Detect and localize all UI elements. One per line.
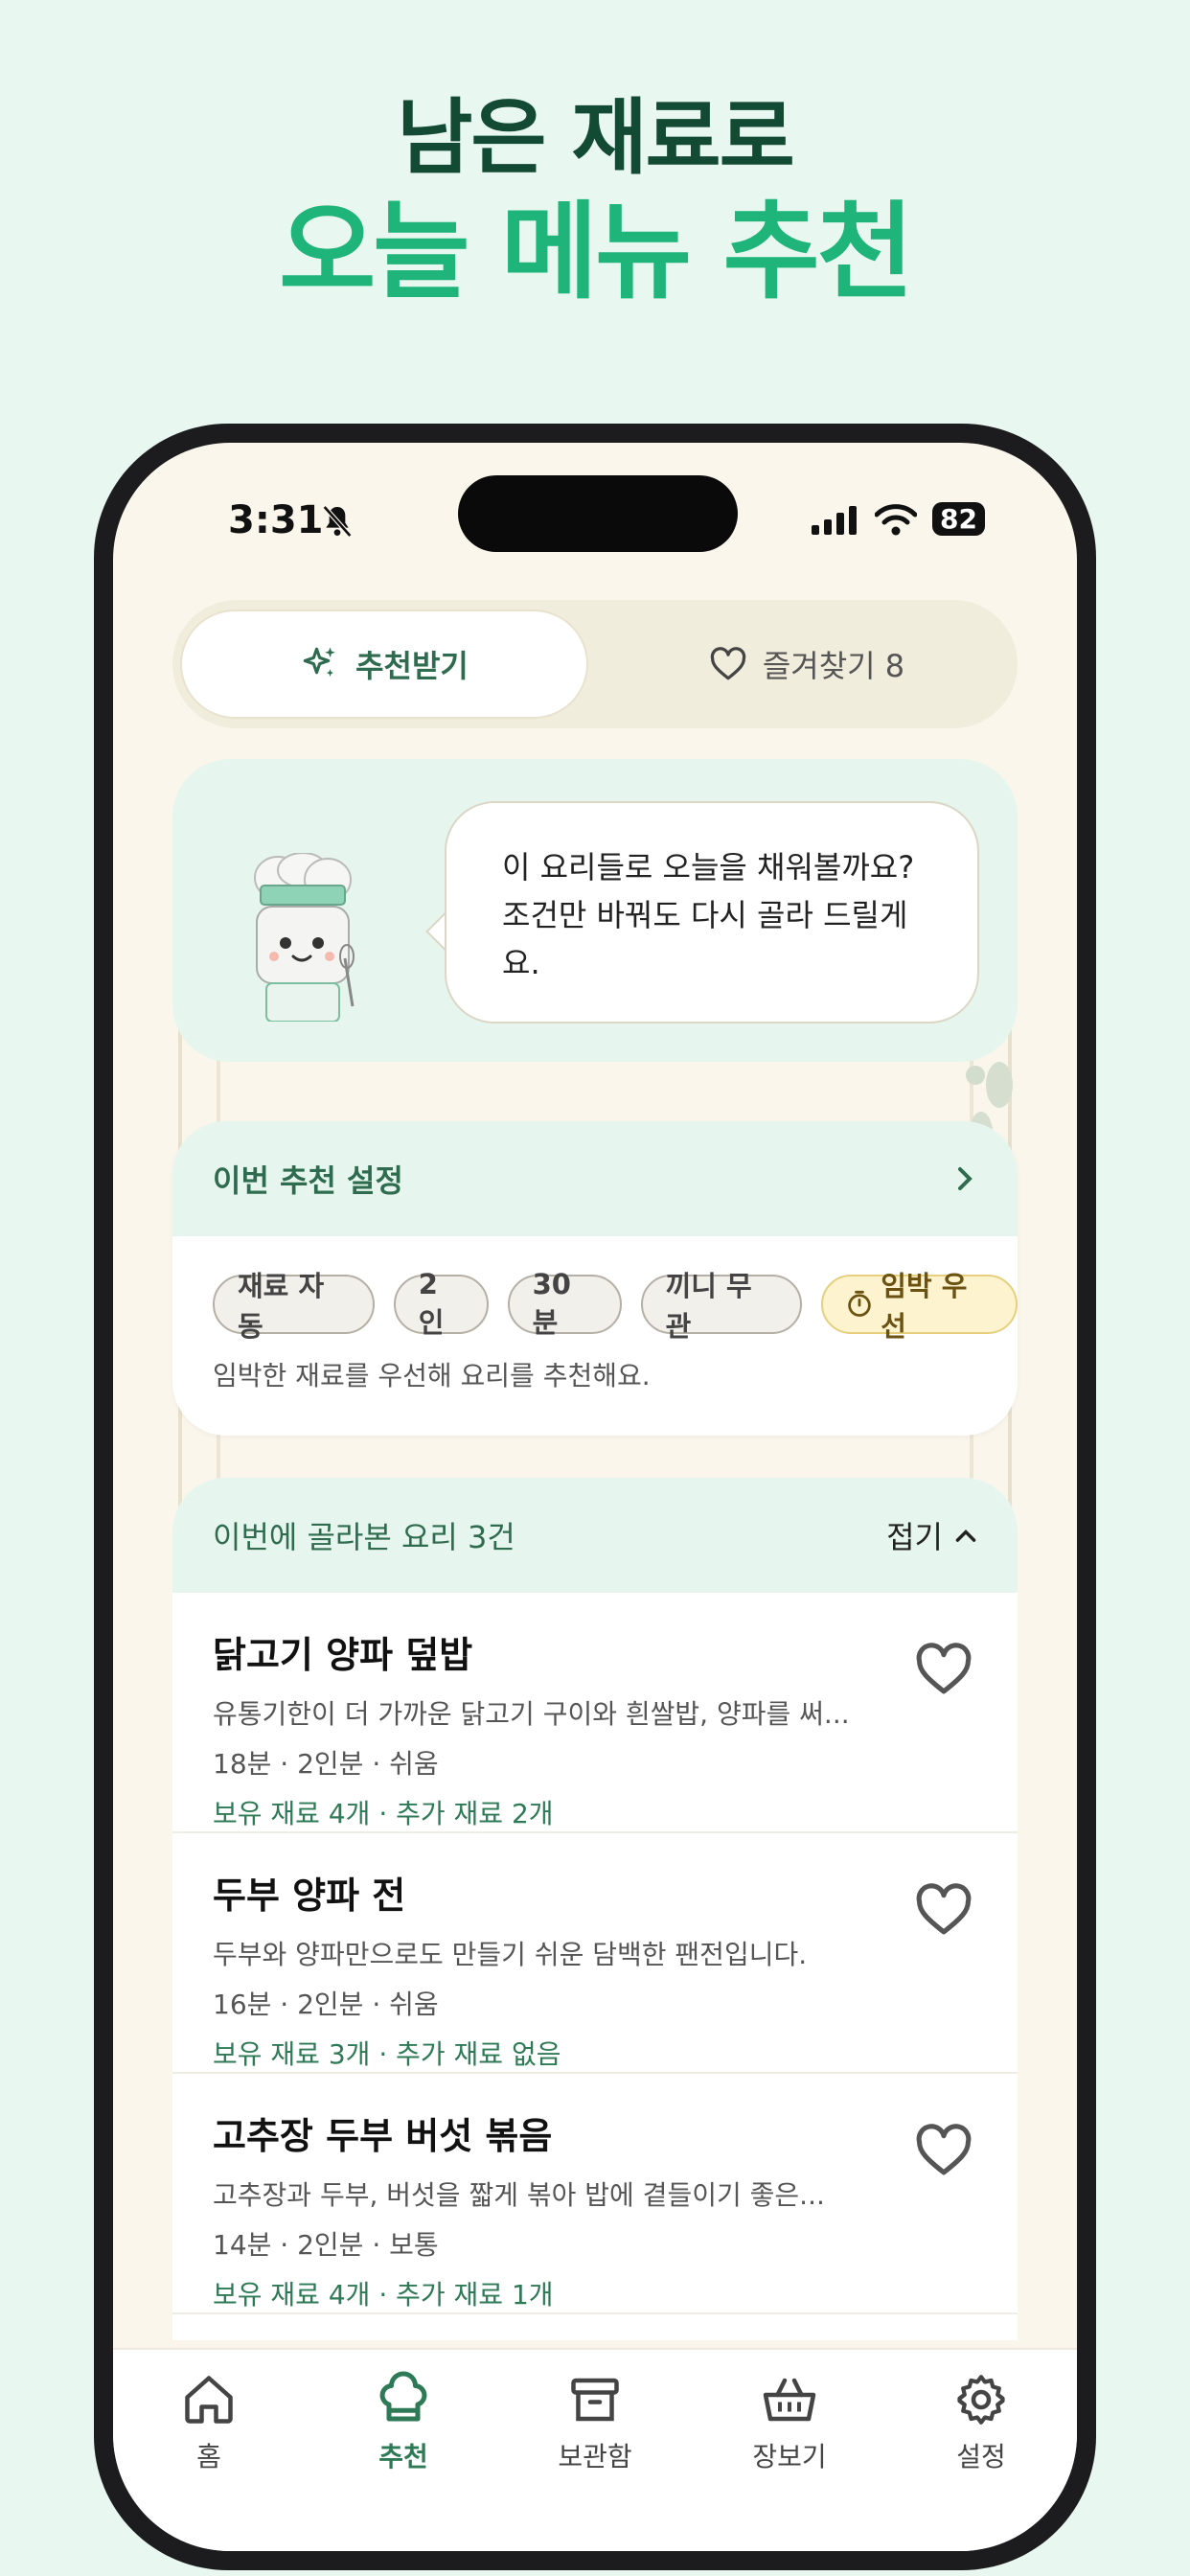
tab-recommend-label: 추천받기 <box>355 648 469 684</box>
fold-button[interactable]: 접기 <box>886 1513 977 1557</box>
chef-hat-icon <box>379 2371 427 2422</box>
favorite-heart-icon[interactable] <box>914 2124 973 2177</box>
tab-favorites-label: 즐겨찾기 8 <box>762 648 905 684</box>
favorite-heart-icon[interactable] <box>914 1883 973 1937</box>
chip-expiring-label: 임박 우선 <box>881 1270 968 1343</box>
bell-muted-icon <box>322 505 353 538</box>
phone-screen: 3:31 82 추천받기 즐겨찾기 8 이 요리들로 오늘을 채워볼까요? 조건… <box>113 443 1077 2551</box>
hero-line2: 오늘 메뉴 추천 <box>279 190 914 313</box>
status-icons: 82 <box>812 502 985 536</box>
chevron-right-icon <box>958 1167 973 1190</box>
tab-settings[interactable]: 설정 <box>914 2371 1048 2474</box>
home-icon <box>185 2376 233 2424</box>
recommend-settings-card: 이번 추천 설정 재료 자동 2인 30분 끼니 무관 임박 우선 임박한 재료… <box>172 1121 1018 1436</box>
recipe-stock: 보유 재료 4개 · 추가 재료 1개 <box>213 2279 554 2311</box>
tab-settings-label: 설정 <box>956 2441 1006 2472</box>
tab-favorites[interactable]: 즐겨찾기 8 <box>604 610 1010 719</box>
favorite-heart-icon[interactable] <box>914 1643 973 1696</box>
wifi-icon <box>875 503 918 535</box>
archive-box-icon <box>571 2378 619 2422</box>
tab-recommend-nav[interactable]: 추천 <box>336 2371 470 2474</box>
recipe-list-title: 이번에 골라본 요리 3건 <box>213 1519 515 1555</box>
dynamic-island <box>458 475 738 552</box>
settings-chip-row: 재료 자동 2인 30분 끼니 무관 임박 우선 <box>172 1236 1018 1343</box>
tab-storage-label: 보관함 <box>558 2441 632 2472</box>
recipe-meta: 18분 · 2인분 · 쉬움 <box>213 1748 439 1780</box>
bottom-tab-bar: 홈 추천 보관함 장보기 설정 <box>113 2348 1077 2551</box>
tab-shopping[interactable]: 장보기 <box>722 2371 857 2474</box>
battery-indicator: 82 <box>932 502 985 536</box>
tab-recommend[interactable]: 추천받기 <box>180 610 588 719</box>
recipe-meta: 14분 · 2인분 · 보통 <box>213 2229 439 2261</box>
recipe-stock: 보유 재료 3개 · 추가 재료 없음 <box>213 2038 561 2070</box>
chef-robot-mascot <box>254 853 355 1022</box>
hero-line1: 남은 재료로 <box>397 90 795 186</box>
recipe-meta: 16분 · 2인분 · 쉬움 <box>213 1989 439 2020</box>
recipe-name: 두부 양파 전 <box>213 1874 406 1917</box>
fold-label: 접기 <box>886 1519 943 1555</box>
recipe-description: 두부와 양파만으로도 만들기 쉬운 담백한 팬전입니다. <box>213 1939 808 1970</box>
tab-storage[interactable]: 보관함 <box>528 2371 662 2474</box>
chip-time[interactable]: 30분 <box>507 1268 622 1339</box>
sparkle-icon <box>303 647 335 677</box>
gear-icon <box>957 2375 1005 2425</box>
recipe-description: 고추장과 두부, 버섯을 짧게 볶아 밥에 곁들이기 좋은... <box>213 2179 825 2211</box>
recipe-name: 고추장 두부 버섯 볶음 <box>213 2115 553 2157</box>
settings-header[interactable]: 이번 추천 설정 <box>172 1121 1018 1236</box>
recipe-item[interactable]: 두부 양파 전 두부와 양파만으로도 만들기 쉬운 담백한 팬전입니다. 16분… <box>172 1833 1018 2074</box>
recipe-list-card: 이번에 골라본 요리 3건 접기 닭고기 양파 덮밥 유통기한이 더 가까운 닭… <box>172 1478 1018 2340</box>
recipe-item[interactable]: 닭고기 양파 덮밥 유통기한이 더 가까운 닭고기 구이와 흰쌀밥, 양파를 써… <box>172 1593 1018 1833</box>
recipe-item[interactable]: 고추장 두부 버섯 볶음 고추장과 두부, 버섯을 짧게 볶아 밥에 곁들이기 … <box>172 2074 1018 2314</box>
recipe-stock: 보유 재료 4개 · 추가 재료 2개 <box>213 1798 554 1829</box>
recipe-list-header: 이번에 골라본 요리 3건 접기 <box>172 1478 1018 1593</box>
chef-message-card: 이 요리들로 오늘을 채워볼까요? 조건만 바꿔도 다시 골라 드릴게요. <box>172 759 1018 1062</box>
recipe-description: 유통기한이 더 가까운 닭고기 구이와 흰쌀밥, 양파를 써... <box>213 1698 850 1730</box>
chip-expiring-priority[interactable]: 임박 우선 <box>821 1270 1018 1343</box>
recommend-favorites-toggle: 추천받기 즐겨찾기 8 <box>172 600 1018 728</box>
basket-icon <box>763 2378 816 2422</box>
tab-shopping-label: 장보기 <box>752 2441 827 2472</box>
chip-ingredients[interactable]: 재료 자동 <box>213 1270 375 1343</box>
chevron-up-icon <box>955 1530 976 1542</box>
chef-speech-bubble: 이 요리들로 오늘을 채워볼까요? 조건만 바꿔도 다시 골라 드릴게요. <box>445 801 979 1024</box>
chip-meal[interactable]: 끼니 무관 <box>640 1270 803 1343</box>
hero-heading: 남은 재료로 오늘 메뉴 추천 <box>0 91 1190 312</box>
status-time: 3:31 <box>228 498 324 542</box>
chip-servings[interactable]: 2인 <box>393 1268 489 1339</box>
settings-title: 이번 추천 설정 <box>213 1162 403 1199</box>
tab-home-label: 홈 <box>196 2441 221 2472</box>
phone-frame: 3:31 82 추천받기 즐겨찾기 8 이 요리들로 오늘을 채워볼까요? 조건… <box>94 424 1096 2570</box>
tab-recommend-nav-label: 추천 <box>378 2441 428 2472</box>
timer-icon <box>848 1290 872 1317</box>
recipe-name: 닭고기 양파 덮밥 <box>213 1634 473 1676</box>
tab-home[interactable]: 홈 <box>142 2371 276 2474</box>
signal-icon <box>812 505 858 535</box>
heart-outline-icon <box>710 647 746 680</box>
